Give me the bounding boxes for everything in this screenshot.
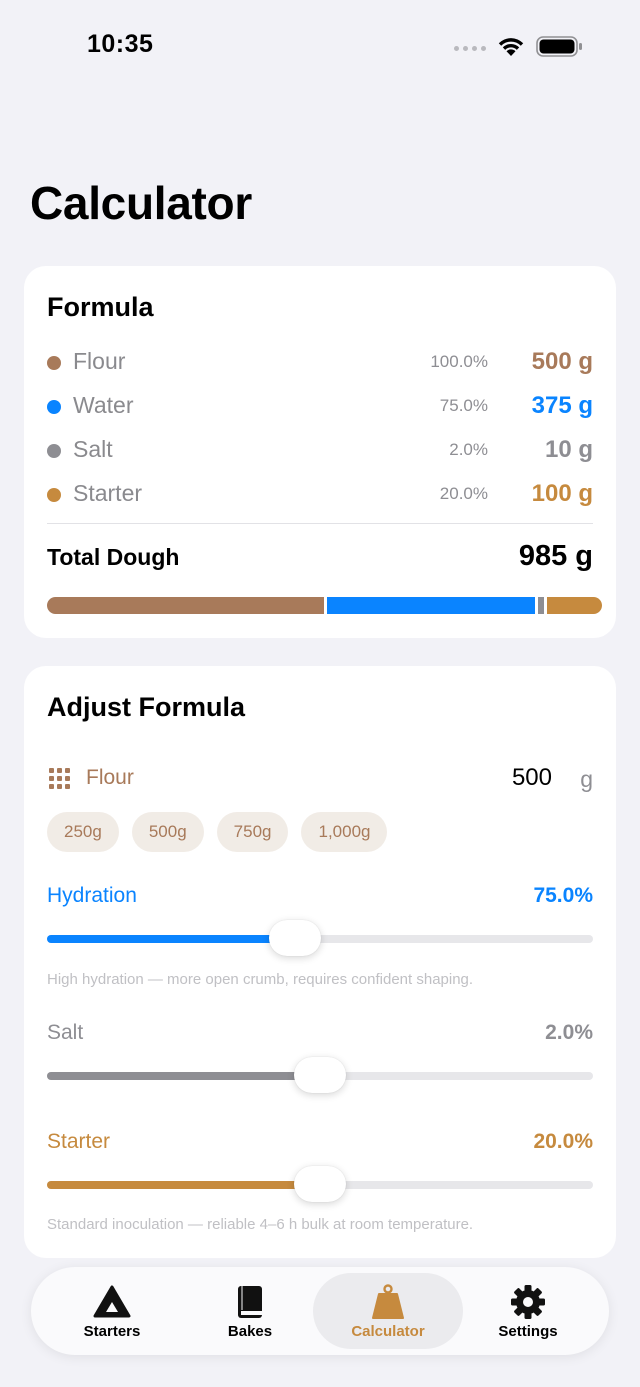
preset-500g-button[interactable]: 500g	[131, 812, 204, 852]
status-time: 10:35	[87, 30, 154, 58]
composition-segment-flour	[47, 597, 325, 614]
salt-color-dot	[47, 444, 61, 458]
preset-250g-button[interactable]: 250g	[47, 812, 119, 852]
tab-label: Calculator	[351, 1323, 425, 1340]
battery-icon	[536, 36, 582, 57]
ingredient-weight: 100 g	[531, 480, 593, 507]
ingredient-row-starter: Starter 20.0% 100 g	[47, 480, 593, 510]
tab-label: Starters	[83, 1323, 141, 1340]
ingredient-row-salt: Salt 2.0% 10 g	[47, 436, 593, 466]
starter-label: Starter	[47, 1130, 111, 1153]
tab-starters[interactable]: Starters	[37, 1273, 187, 1349]
scale-weight-icon	[372, 1284, 404, 1319]
flour-color-dot	[47, 356, 61, 370]
salt-label: Salt	[47, 1021, 84, 1044]
flour-label: Flour	[86, 766, 134, 789]
cellular-signal-icon	[454, 46, 486, 51]
hydration-value: 75.0%	[533, 884, 593, 907]
page-title: Calculator	[30, 177, 252, 229]
composition-segment-starter	[546, 597, 602, 614]
total-dough-value: 985 g	[518, 540, 593, 572]
ingredient-weight: 10 g	[544, 436, 593, 463]
ingredient-percent: 20.0%	[439, 484, 488, 503]
adjust-formula-card: Adjust Formula Flour g 250g 500g 750g 1,…	[24, 666, 616, 1258]
formula-card: Formula Flour 100.0% 500 g Water 75.0% 3…	[24, 266, 616, 638]
hydration-hint: High hydration — more open crumb, requir…	[47, 971, 474, 988]
starter-value: 20.0%	[533, 1130, 593, 1153]
flour-preset-row: 250g 500g 750g 1,000g	[47, 812, 388, 852]
ingredient-weight: 375 g	[531, 392, 593, 419]
ingredient-name: Water	[73, 392, 134, 418]
ingredient-percent: 75.0%	[439, 396, 488, 415]
tab-calculator[interactable]: Calculator	[313, 1273, 463, 1349]
ingredient-name: Starter	[73, 480, 143, 506]
flour-amount-input[interactable]	[432, 764, 552, 792]
water-color-dot	[47, 400, 61, 414]
tab-bakes[interactable]: Bakes	[175, 1273, 325, 1349]
hydration-slider[interactable]	[47, 920, 593, 956]
total-dough-label: Total Dough	[47, 544, 180, 570]
ingredient-percent: 100.0%	[430, 352, 488, 371]
ingredient-name: Flour	[73, 348, 126, 374]
starter-slider-thumb[interactable]	[294, 1166, 346, 1202]
salt-value: 2.0%	[545, 1021, 593, 1044]
ingredient-row-water: Water 75.0% 375 g	[47, 392, 593, 422]
preset-1000g-button[interactable]: 1,000g	[301, 812, 388, 852]
composition-segment-salt	[538, 597, 544, 614]
starter-slider[interactable]	[47, 1166, 593, 1202]
status-bar: 10:35	[0, 0, 640, 96]
grid-icon	[49, 768, 70, 789]
adjust-formula-title: Adjust Formula	[47, 692, 246, 722]
starter-color-dot	[47, 488, 61, 502]
salt-slider[interactable]	[47, 1057, 593, 1093]
hydration-slider-thumb[interactable]	[269, 920, 322, 956]
starter-hint: Standard inoculation — reliable 4–6 h bu…	[47, 1216, 474, 1233]
flour-unit: g	[580, 766, 593, 792]
starter-slider-fill	[47, 1181, 320, 1189]
ingredient-percent: 2.0%	[449, 440, 488, 459]
composition-segment-water	[327, 597, 536, 614]
wifi-icon	[498, 38, 524, 56]
ingredient-weight: 500 g	[531, 348, 593, 375]
divider	[47, 523, 593, 524]
triangle-icon	[93, 1285, 131, 1318]
salt-slider-fill	[47, 1072, 320, 1080]
formula-title: Formula	[47, 292, 154, 322]
hydration-slider-fill	[47, 935, 296, 943]
ingredient-row-flour: Flour 100.0% 500 g	[47, 348, 593, 378]
preset-750g-button[interactable]: 750g	[216, 812, 289, 852]
salt-slider-thumb[interactable]	[294, 1057, 346, 1093]
tab-bar: Starters Bakes Calculator Settings	[31, 1267, 609, 1355]
tab-label: Settings	[498, 1323, 558, 1340]
tab-settings[interactable]: Settings	[453, 1273, 603, 1349]
book-icon	[238, 1286, 262, 1318]
ingredient-name: Salt	[73, 436, 113, 462]
hydration-label: Hydration	[47, 884, 137, 907]
tab-label: Bakes	[227, 1323, 273, 1340]
composition-bar	[47, 597, 602, 614]
gear-icon	[511, 1285, 545, 1319]
